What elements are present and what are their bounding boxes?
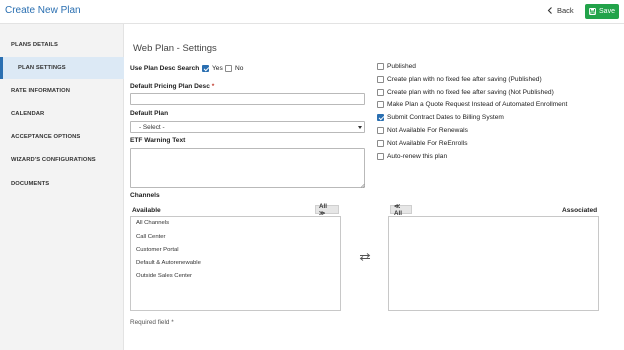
list-item[interactable]: Call Center bbox=[136, 234, 165, 240]
yes-label: Yes bbox=[212, 65, 223, 72]
back-label: Back bbox=[557, 6, 574, 15]
sidebar-item-acceptance-options[interactable]: ACCEPTANCE OPTIONS bbox=[0, 126, 124, 148]
required-mark: * bbox=[211, 83, 215, 90]
not-available-reenrolls-label: Not Available For ReEnrolls bbox=[387, 139, 468, 147]
no-label: No bbox=[235, 65, 244, 72]
submit-contract-dates-label: Submit Contract Dates to Billing System bbox=[387, 113, 504, 121]
sidebar-item-calendar[interactable]: CALENDAR bbox=[0, 103, 124, 125]
sidebar-item-plans-details[interactable]: PLANS DETAILS bbox=[0, 34, 124, 56]
sidebar-item-documents[interactable]: DOCUMENTS bbox=[0, 173, 124, 195]
quote-request-label: Make Plan a Quote Request Instead of Aut… bbox=[387, 100, 568, 108]
default-pricing-plan-desc-input[interactable] bbox=[130, 93, 365, 105]
chevron-left-icon bbox=[547, 7, 552, 14]
move-all-right-button[interactable]: All ≫ bbox=[315, 203, 339, 217]
auto-renew-checkbox[interactable] bbox=[377, 152, 384, 160]
sidebar-item-plan-settings[interactable]: PLAN SETTINGS bbox=[0, 57, 124, 79]
option-no-fixed-fee-published[interactable]: Create plan with no fixed fee after savi… bbox=[377, 74, 542, 84]
option-not-available-renewals[interactable]: Not Available For Renewals bbox=[377, 125, 468, 135]
submit-contract-dates-checkbox[interactable] bbox=[377, 113, 384, 121]
default-plan-selected-value: - Select - bbox=[139, 124, 165, 131]
etf-warning-text-textarea[interactable] bbox=[130, 148, 365, 188]
list-item[interactable]: Customer Portal bbox=[136, 247, 179, 253]
etf-warning-text-label: ETF Warning Text bbox=[130, 137, 186, 144]
not-available-reenrolls-checkbox[interactable] bbox=[377, 139, 384, 147]
no-fixed-fee-published-label: Create plan with no fixed fee after savi… bbox=[387, 75, 542, 83]
move-all-left-button[interactable]: ≪ All bbox=[390, 203, 412, 217]
not-available-renewals-checkbox[interactable] bbox=[377, 126, 384, 134]
published-checkbox[interactable] bbox=[377, 62, 384, 70]
option-auto-renew[interactable]: Auto-renew this plan bbox=[377, 151, 447, 161]
no-fixed-fee-not-published-checkbox[interactable] bbox=[377, 88, 384, 96]
save-button[interactable]: Save bbox=[585, 4, 619, 19]
option-published[interactable]: Published bbox=[377, 61, 416, 71]
option-no-fixed-fee-not-published[interactable]: Create plan with no fixed fee after savi… bbox=[377, 87, 554, 97]
default-plan-select[interactable]: - Select - bbox=[130, 121, 365, 133]
sidebar-item-rate-information[interactable]: RATE INFORMATION bbox=[0, 80, 124, 102]
sidebar: PLANS DETAILS PLAN SETTINGS RATE INFORMA… bbox=[0, 24, 124, 350]
use-plan-desc-search-no-checkbox[interactable] bbox=[225, 65, 232, 72]
default-pricing-plan-desc-label-text: Default Pricing Plan Desc bbox=[130, 83, 210, 90]
sidebar-item-wizards-configurations[interactable]: WIZARD'S CONFIGURATIONS bbox=[0, 149, 124, 171]
option-quote-request[interactable]: Make Plan a Quote Request Instead of Aut… bbox=[377, 99, 567, 109]
no-fixed-fee-not-published-label: Create plan with no fixed fee after savi… bbox=[387, 88, 554, 96]
chevron-down-icon bbox=[358, 126, 362, 129]
list-item[interactable]: All Channels bbox=[136, 220, 169, 226]
default-pricing-plan-desc-label: Default Pricing Plan Desc * bbox=[130, 83, 214, 90]
quote-request-checkbox[interactable] bbox=[377, 100, 384, 108]
resize-handle-icon[interactable] bbox=[360, 183, 365, 188]
no-fixed-fee-published-checkbox[interactable] bbox=[377, 75, 384, 83]
use-plan-desc-search-yes-checkbox[interactable] bbox=[202, 65, 209, 72]
required-field-note: Required field * bbox=[130, 319, 174, 326]
back-button[interactable]: Back bbox=[547, 6, 574, 15]
save-icon bbox=[589, 8, 596, 15]
associated-label: Associated bbox=[562, 207, 598, 214]
page-title: Create New Plan bbox=[5, 5, 81, 16]
available-label: Available bbox=[132, 207, 161, 214]
auto-renew-label: Auto-renew this plan bbox=[387, 152, 448, 160]
option-not-available-reenrolls[interactable]: Not Available For ReEnrolls bbox=[377, 138, 468, 148]
use-plan-desc-search-label: Use Plan Desc Search bbox=[130, 65, 200, 72]
associated-channels-list[interactable] bbox=[388, 216, 599, 311]
option-submit-contract-dates[interactable]: Submit Contract Dates to Billing System bbox=[377, 112, 504, 122]
default-plan-label: Default Plan bbox=[130, 110, 169, 117]
transfer-icon[interactable] bbox=[359, 252, 371, 262]
section-title: Web Plan - Settings bbox=[133, 43, 217, 54]
list-item[interactable]: Default & Autorenewable bbox=[136, 260, 201, 266]
header-bar: Create New Plan Back Save bbox=[0, 0, 624, 24]
channels-label: Channels bbox=[130, 192, 160, 199]
not-available-renewals-label: Not Available For Renewals bbox=[387, 126, 468, 134]
save-label: Save bbox=[599, 8, 615, 15]
list-item[interactable]: Outside Sales Center bbox=[136, 273, 192, 279]
published-label: Published bbox=[387, 62, 416, 70]
